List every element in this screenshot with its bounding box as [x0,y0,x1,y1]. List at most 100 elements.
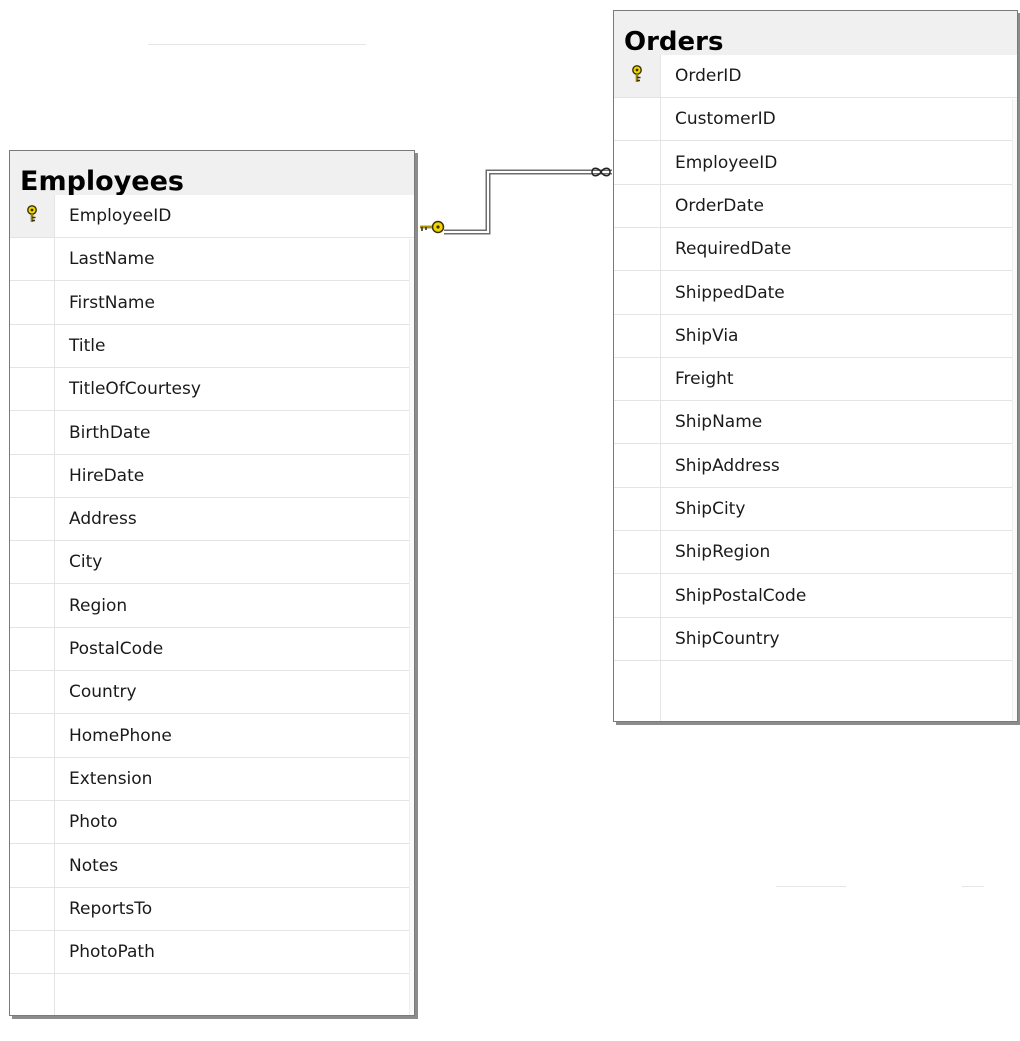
orders-column-grid: OrderID CustomerID EmployeeID OrderDate Requ… [614,55,1017,721]
column-row[interactable]: Address [10,498,414,542]
column-row[interactable]: OrderID [614,55,1017,98]
row-selector[interactable] [614,55,660,97]
column-name: HomePhone [69,725,172,746]
row-selector[interactable] [614,488,660,530]
employees-table-title-bar[interactable]: Employees [10,151,414,195]
canvas-artifact-line [776,886,846,887]
canvas-artifact-line [962,886,984,887]
row-selector[interactable] [614,575,660,617]
row-selector[interactable] [10,541,54,583]
column-row[interactable]: FirstName [10,282,414,325]
row-selector[interactable] [10,671,54,713]
column-name: City [69,552,103,573]
row-selector[interactable] [10,628,54,670]
column-name: OrderDate [675,195,764,216]
column-name: OrderID [675,66,742,86]
orders-scroll-edge [1012,99,1017,721]
column-row[interactable]: EmployeeID [10,195,414,238]
employees-column-grid: EmployeeID LastName FirstName Title TitleOfC… [10,195,414,1015]
column-row[interactable]: ShipAddress [614,445,1017,488]
column-row[interactable]: ReportsTo [10,888,414,931]
row-selector[interactable] [10,195,54,237]
canvas-artifact-line [148,44,366,45]
row-selector[interactable] [614,401,660,443]
row-selector[interactable] [614,618,660,660]
column-row[interactable]: TitleOfCourtesy [10,368,414,412]
column-row[interactable]: Country [10,671,414,715]
column-row[interactable]: City [10,541,414,585]
column-row[interactable]: ShipCountry [614,618,1017,661]
column-name: ShipRegion [675,542,771,563]
column-row[interactable]: EmployeeID [614,142,1017,185]
row-selector[interactable] [614,531,660,573]
column-name: TitleOfCourtesy [69,379,201,400]
column-row[interactable]: Region [10,585,414,628]
row-selector[interactable] [10,801,54,843]
column-name: HireDate [69,465,145,486]
column-name: PhotoPath [69,942,155,963]
column-row[interactable]: HireDate [10,455,414,498]
column-row[interactable]: CustomerID [614,98,1017,142]
orders-table-title: Orders [624,27,724,57]
row-selector[interactable] [10,368,54,410]
orders-table[interactable]: Orders OrderID CustomerID EmployeeID OrderD… [613,10,1018,722]
row-selector[interactable] [614,228,660,270]
row-selector[interactable] [10,888,54,930]
column-name: ShipPostalCode [675,585,807,606]
column-row[interactable]: Title [10,325,414,368]
orders-table-title-bar[interactable]: Orders [614,11,1017,55]
row-selector[interactable] [10,715,54,757]
row-selector[interactable] [10,238,54,280]
column-row[interactable]: HomePhone [10,715,414,758]
row-selector[interactable] [614,272,660,314]
column-row[interactable]: ShipVia [614,315,1017,358]
row-selector[interactable] [10,758,54,800]
row-selector[interactable] [10,282,54,324]
column-row[interactable]: PhotoPath [10,931,414,975]
column-name: Country [69,682,137,703]
row-selector[interactable] [10,931,54,973]
row-selector[interactable] [614,185,660,227]
column-row[interactable]: OrderDate [614,185,1017,228]
column-row[interactable]: Notes [10,845,414,888]
column-name: Region [69,595,128,616]
column-name: CustomerID [675,109,776,130]
row-selector[interactable] [614,98,660,140]
column-name: Photo [69,812,118,833]
column-name: ShippedDate [675,282,785,303]
row-selector[interactable] [10,412,54,454]
column-row[interactable]: PostalCode [10,628,414,671]
column-row[interactable]: ShipCity [614,488,1017,531]
column-name: ShipName [675,412,763,433]
employees-table[interactable]: Employees EmployeeID LastName FirstName Tit… [9,150,415,1016]
row-selector[interactable] [614,315,660,357]
row-selector[interactable] [10,325,54,367]
column-name: Title [69,335,106,356]
row-selector[interactable] [614,358,660,400]
column-name: FirstName [69,292,155,313]
infinity-icon[interactable] [590,166,612,178]
column-row[interactable]: ShippedDate [614,272,1017,315]
row-selector[interactable] [10,455,54,497]
column-row[interactable]: ShipName [614,401,1017,445]
column-row[interactable]: RequiredDate [614,228,1017,272]
column-name: Address [69,509,137,530]
row-selector[interactable] [10,585,54,627]
column-row[interactable]: Freight [614,358,1017,402]
column-row[interactable]: BirthDate [10,412,414,455]
row-selector[interactable] [614,142,660,184]
column-row[interactable]: LastName [10,238,414,282]
column-name: ShipVia [675,325,739,346]
column-name: EmployeeID [675,152,778,173]
row-selector[interactable] [10,845,54,887]
column-name: ReportsTo [69,898,153,919]
key-icon[interactable] [418,219,448,235]
column-row[interactable]: ShipRegion [614,531,1017,575]
column-row[interactable]: ShipPostalCode [614,575,1017,618]
column-name: RequiredDate [675,239,792,260]
column-row[interactable]: Photo [10,801,414,845]
column-row[interactable]: Extension [10,758,414,801]
row-selector[interactable] [614,445,660,487]
employees-table-title: Employees [20,166,185,197]
row-selector[interactable] [10,498,54,540]
